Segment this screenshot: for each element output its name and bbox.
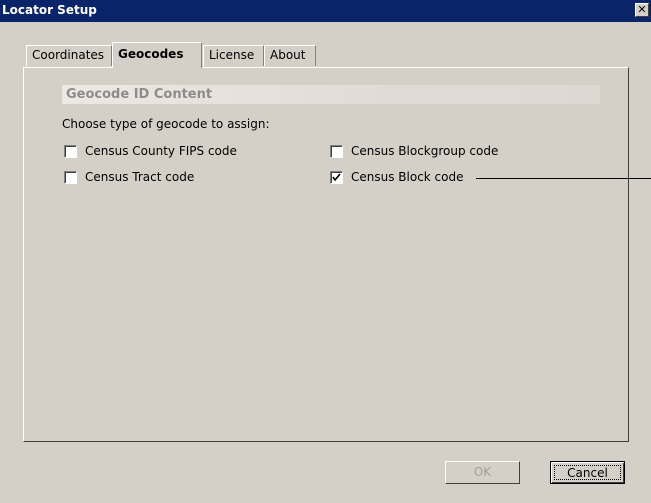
checkbox-label: Census Tract code: [85, 170, 195, 184]
checkbox-box[interactable]: [64, 171, 77, 184]
ok-button[interactable]: OK: [445, 461, 520, 484]
checkbox-label: Census Block code: [351, 170, 464, 184]
section-header: Geocode ID Content: [62, 85, 600, 104]
close-button[interactable]: ✕: [635, 3, 649, 17]
checkbox-box[interactable]: [64, 145, 77, 158]
checkbox-box[interactable]: [330, 171, 343, 184]
checkbox-box[interactable]: [330, 145, 343, 158]
tab-about[interactable]: About: [264, 45, 316, 66]
title-bar[interactable]: Locator Setup ✕: [0, 0, 651, 22]
tab-geocodes[interactable]: Geocodes: [112, 42, 202, 68]
checkbox-label: Census Blockgroup code: [351, 144, 499, 158]
tab-license[interactable]: License: [203, 45, 264, 66]
cancel-button[interactable]: Cancel: [550, 461, 625, 484]
focus-rect: Cancel: [554, 465, 621, 480]
checkbox-label: Census County FIPS code: [85, 144, 237, 158]
geocode-type-prompt: Choose type of geocode to assign:: [62, 117, 270, 131]
close-icon: ✕: [637, 3, 647, 16]
callout-pointer-line: [476, 178, 651, 179]
window-title: Locator Setup: [2, 3, 97, 17]
tab-coordinates[interactable]: Coordinates: [26, 45, 112, 66]
checkmark-icon: [332, 173, 341, 182]
